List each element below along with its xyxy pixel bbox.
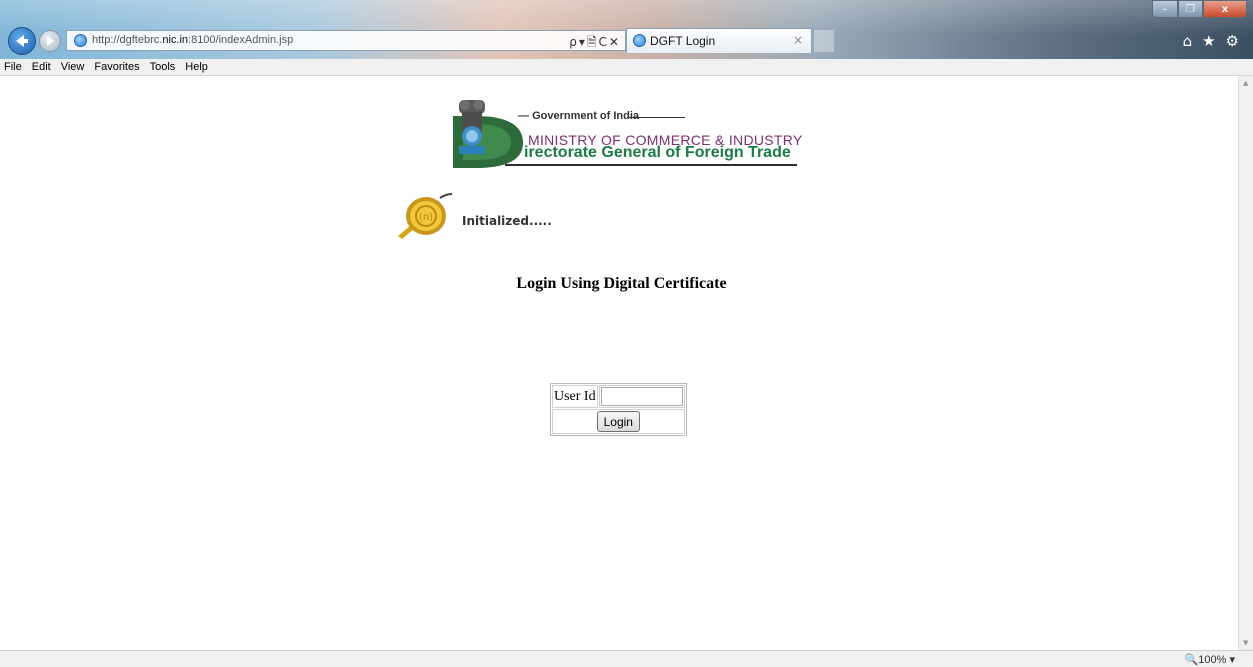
- menu-edit[interactable]: Edit: [27, 59, 56, 75]
- vertical-scrollbar[interactable]: ▲ ▼: [1238, 76, 1253, 650]
- logo-directorate-text: irectorate General of Foreign Trade: [524, 144, 791, 161]
- status-text: Initialized.....: [462, 214, 552, 228]
- scroll-down-icon[interactable]: ▼: [1243, 639, 1248, 647]
- menu-bar: File Edit View Favorites Tools Help: [0, 59, 1253, 76]
- forward-arrow-icon: [46, 36, 54, 46]
- browser-title-bar: http://dgftebrc.nic.in:8100/indexAdmin.j…: [0, 0, 1253, 59]
- zoom-dropdown-icon[interactable]: ▾: [1229, 654, 1235, 666]
- tab-close-icon[interactable]: ×: [793, 33, 803, 47]
- toolbar-icons: ⌂ ★ ⚙: [1183, 32, 1239, 50]
- menu-file[interactable]: File: [0, 59, 27, 75]
- zoom-level: 100%: [1198, 654, 1227, 666]
- status-bar: 🔍100% ▾: [0, 650, 1253, 667]
- page-content: Government of India MINISTRY OF COMMERCE…: [0, 76, 1238, 650]
- login-button[interactable]: Login: [596, 411, 640, 432]
- menu-view[interactable]: View: [56, 59, 90, 75]
- settings-gear-icon[interactable]: ⚙: [1226, 32, 1239, 50]
- login-form: User Id Login: [550, 383, 687, 436]
- svg-text:(n): (n): [419, 212, 433, 223]
- forward-button[interactable]: [39, 30, 61, 52]
- url-text: http://dgftebrc.nic.in:8100/indexAdmin.j…: [92, 34, 294, 46]
- certificate-coin-icon: (n): [398, 193, 453, 239]
- address-bar[interactable]: http://dgftebrc.nic.in:8100/indexAdmin.j…: [66, 30, 626, 51]
- logo-underline: [505, 164, 797, 166]
- scroll-up-icon[interactable]: ▲: [1243, 79, 1248, 87]
- back-button[interactable]: [8, 27, 36, 55]
- new-tab-button[interactable]: [813, 29, 835, 53]
- home-icon[interactable]: ⌂: [1183, 32, 1193, 50]
- tab-page-icon: [633, 34, 646, 47]
- user-id-label: User Id: [552, 385, 598, 408]
- address-tools-icons[interactable]: ρ▾🗎C✕: [569, 33, 621, 54]
- dgft-logo: Government of India MINISTRY OF COMMERCE…: [445, 96, 802, 170]
- tab-title: DGFT Login: [650, 34, 716, 48]
- zoom-icon: 🔍: [1184, 654, 1199, 666]
- emblem-d-icon: [453, 100, 523, 168]
- ie-page-icon: [74, 34, 87, 47]
- maximize-button[interactable]: ❐: [1178, 0, 1203, 18]
- tab-dgft-login[interactable]: DGFT Login ×: [626, 28, 812, 53]
- minimize-button[interactable]: –: [1152, 0, 1178, 18]
- user-id-input[interactable]: [600, 387, 683, 406]
- menu-help[interactable]: Help: [180, 59, 213, 75]
- window-controls: – ❐ x: [1152, 0, 1247, 18]
- close-window-button[interactable]: x: [1203, 0, 1247, 18]
- back-arrow-icon: [16, 35, 28, 47]
- logo-government-text: Government of India: [518, 110, 639, 122]
- zoom-control[interactable]: 🔍100% ▾: [1185, 653, 1235, 666]
- page-title: Login Using Digital Certificate: [516, 275, 727, 292]
- menu-favorites[interactable]: Favorites: [89, 59, 144, 75]
- logo-rule: [629, 117, 685, 118]
- menu-tools[interactable]: Tools: [145, 59, 181, 75]
- favorites-star-icon[interactable]: ★: [1202, 32, 1215, 50]
